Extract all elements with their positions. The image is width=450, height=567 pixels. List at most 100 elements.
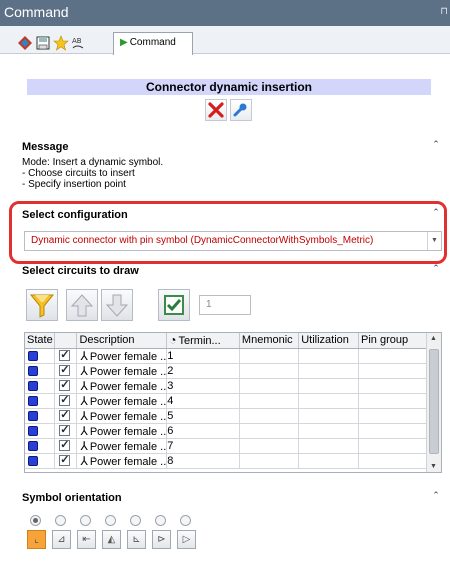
scroll-down-icon[interactable]: ▼ bbox=[430, 463, 437, 470]
column-header-mnemonic[interactable]: Mnemonic bbox=[239, 333, 300, 349]
options-button[interactable] bbox=[230, 99, 252, 121]
row-check[interactable] bbox=[54, 348, 78, 364]
panel-title: Connector dynamic insertion bbox=[27, 79, 431, 95]
row-check[interactable] bbox=[54, 438, 78, 454]
row-utilization bbox=[298, 393, 360, 409]
scroll-thumb[interactable] bbox=[429, 349, 439, 454]
table-row[interactable]: ⅄Power female ..6 bbox=[25, 423, 441, 439]
female-pin-icon: ⅄ bbox=[80, 438, 88, 453]
row-check[interactable] bbox=[54, 378, 78, 394]
row-description-text: Power female .. bbox=[89, 380, 167, 393]
cancel-button[interactable] bbox=[205, 99, 227, 121]
table-row[interactable]: ⅄Power female ..3 bbox=[25, 378, 441, 394]
orientation-button[interactable]: ◭ bbox=[102, 530, 121, 549]
scroll-up-icon[interactable]: ▲ bbox=[430, 335, 437, 342]
row-checkbox[interactable] bbox=[59, 423, 71, 437]
message-collapse-icon[interactable]: ⌃ bbox=[430, 139, 442, 151]
orientation-radio[interactable] bbox=[105, 515, 116, 526]
circuits-collapse-icon[interactable]: ⌃ bbox=[430, 263, 442, 275]
female-pin-icon: ⅄ bbox=[80, 363, 88, 378]
table-row[interactable]: ⅄Power female ..1 bbox=[25, 348, 441, 364]
column-header-state[interactable]: State bbox=[25, 333, 56, 349]
column-header-description[interactable]: Description bbox=[76, 333, 168, 349]
properties-icon[interactable]: AB bbox=[71, 35, 87, 51]
tab-command[interactable]: ▶ Command bbox=[113, 32, 193, 55]
quantity-input[interactable]: 1 bbox=[199, 295, 251, 315]
row-utilization bbox=[298, 408, 360, 424]
row-state bbox=[25, 363, 56, 379]
column-header-utilization[interactable]: Utilization bbox=[298, 333, 360, 349]
table-rows: ⅄Power female ..1⅄Power female ..2⅄Power… bbox=[25, 348, 441, 469]
orientation-icon: ⌞ bbox=[34, 534, 39, 545]
row-terminal: 5 bbox=[166, 408, 240, 424]
row-utilization bbox=[298, 423, 360, 439]
row-check[interactable] bbox=[54, 393, 78, 409]
orientation-button[interactable]: ⌞ bbox=[27, 530, 46, 549]
row-terminal: 3 bbox=[166, 378, 240, 394]
table-scrollbar[interactable]: ▲ ▼ bbox=[426, 333, 441, 472]
orientation-title: Symbol orientation bbox=[22, 492, 122, 504]
row-state bbox=[25, 408, 56, 424]
row-checkbox[interactable] bbox=[59, 393, 71, 407]
configuration-select-value: Dynamic connector with pin symbol (Dynam… bbox=[31, 235, 374, 246]
move-down-button[interactable] bbox=[101, 289, 133, 321]
row-check[interactable] bbox=[54, 363, 78, 379]
components-icon[interactable] bbox=[17, 35, 33, 51]
row-terminal: 2 bbox=[166, 363, 240, 379]
row-check[interactable] bbox=[54, 453, 78, 469]
column-header-terminal-label: Termin... bbox=[178, 335, 221, 348]
orientation-collapse-icon[interactable]: ⌃ bbox=[430, 490, 442, 502]
check-all-button[interactable] bbox=[158, 289, 190, 321]
orientation-button[interactable]: ⊳ bbox=[152, 530, 171, 549]
configuration-collapse-icon[interactable]: ⌃ bbox=[430, 207, 442, 219]
row-checkbox[interactable] bbox=[59, 348, 71, 362]
row-terminal: 7 bbox=[166, 438, 240, 454]
pin-icon[interactable]: ⊓ bbox=[440, 6, 448, 17]
row-check[interactable] bbox=[54, 423, 78, 439]
row-state bbox=[25, 378, 56, 394]
wrench-icon bbox=[233, 103, 247, 117]
chevron-down-icon[interactable]: ▼ bbox=[427, 232, 441, 250]
row-checkbox[interactable] bbox=[59, 408, 71, 422]
orientation-button[interactable]: ▷ bbox=[177, 530, 196, 549]
row-terminal: 4 bbox=[166, 393, 240, 409]
row-checkbox[interactable] bbox=[59, 378, 71, 392]
row-mnemonic bbox=[239, 378, 300, 394]
row-checkbox[interactable] bbox=[59, 453, 71, 467]
table-row[interactable]: ⅄Power female ..5 bbox=[25, 408, 441, 424]
table-row[interactable]: ⅄Power female ..7 bbox=[25, 438, 441, 454]
message-line: - Choose circuits to insert bbox=[22, 168, 135, 179]
orientation-radio[interactable] bbox=[80, 515, 91, 526]
row-check[interactable] bbox=[54, 408, 78, 424]
orientation-button[interactable]: ⊾ bbox=[127, 530, 146, 549]
orientation-button[interactable]: ⊿ bbox=[52, 530, 71, 549]
orientation-radio[interactable] bbox=[180, 515, 191, 526]
table-row[interactable]: ⅄Power female ..2 bbox=[25, 363, 441, 379]
orientation-radio[interactable] bbox=[155, 515, 166, 526]
state-icon bbox=[28, 455, 38, 466]
orientation-radio[interactable] bbox=[55, 515, 66, 526]
filter-funnel-icon bbox=[29, 294, 55, 318]
tab-command-label: Command bbox=[129, 37, 176, 48]
row-checkbox[interactable] bbox=[59, 363, 71, 377]
column-header-terminal[interactable]: ◔ Termin... bbox=[166, 333, 240, 349]
table-row[interactable]: ⅄Power female ..4 bbox=[25, 393, 441, 409]
female-pin-icon: ⅄ bbox=[80, 423, 88, 438]
orientation-radio[interactable] bbox=[30, 515, 41, 526]
row-description-text: Power female .. bbox=[89, 410, 167, 423]
configuration-select[interactable]: Dynamic connector with pin symbol (Dynam… bbox=[24, 231, 442, 251]
filter-button[interactable] bbox=[26, 289, 58, 321]
orientation-button[interactable]: ⇤ bbox=[77, 530, 96, 549]
svg-text:AB: AB bbox=[72, 37, 82, 45]
table-row[interactable]: ⅄Power female ..8 bbox=[25, 453, 441, 469]
favorites-star-icon[interactable] bbox=[53, 35, 69, 51]
save-icon[interactable] bbox=[35, 35, 51, 51]
state-icon bbox=[28, 410, 38, 421]
configuration-title: Select configuration bbox=[22, 209, 128, 221]
row-checkbox[interactable] bbox=[59, 438, 71, 452]
move-up-button[interactable] bbox=[66, 289, 98, 321]
column-header-check[interactable] bbox=[54, 333, 78, 349]
row-mnemonic bbox=[239, 348, 300, 364]
orientation-radio[interactable] bbox=[130, 515, 141, 526]
row-utilization bbox=[298, 363, 360, 379]
